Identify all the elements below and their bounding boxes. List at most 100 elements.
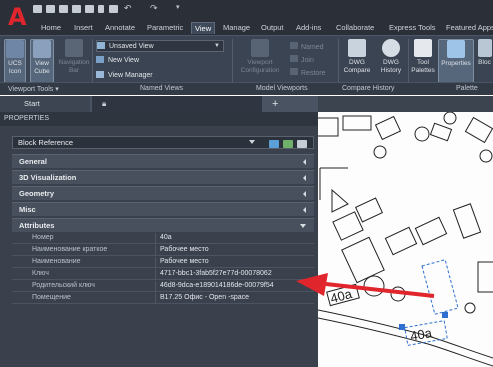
new-tab-button[interactable]: + — [272, 97, 278, 111]
new-view-button[interactable]: New View — [96, 55, 226, 66]
axis-marker — [331, 188, 349, 213]
wall-curve — [318, 309, 493, 359]
undo-icon[interactable]: ↶ — [124, 3, 132, 14]
tab-featured-apps[interactable]: Featured Apps — [443, 22, 493, 34]
ucs-icon-button[interactable]: UCS Icon — [4, 39, 26, 83]
attribute-key: Ключ — [32, 270, 49, 277]
viewport-configuration-button[interactable]: Viewport Configuration — [236, 39, 284, 83]
group-label-compare-history: Compare History — [342, 85, 395, 92]
attribute-row[interactable]: Родительский ключ 46d8-9dca-e189014186de… — [12, 281, 314, 292]
chair-icon — [414, 126, 430, 142]
view-manager-button[interactable]: View Manager — [96, 70, 226, 81]
desk-block — [341, 236, 385, 284]
restore-viewports-button[interactable]: Restore — [290, 68, 326, 77]
open-icon[interactable] — [46, 5, 55, 13]
named-view-dropdown[interactable]: Unsaved View ▼ — [96, 40, 224, 52]
attribute-row[interactable]: Наименование краткое Рабочее место — [12, 245, 314, 256]
print-icon[interactable] — [109, 5, 118, 13]
save-icon[interactable] — [59, 5, 68, 13]
grip-handle[interactable] — [442, 312, 448, 318]
blocks-button[interactable]: Bloc — [476, 39, 493, 83]
category-misc[interactable]: Misc — [12, 202, 314, 216]
tool-palettes-button[interactable]: Tool Palettes — [410, 39, 436, 83]
customize-dropdown-icon[interactable]: ▾ — [176, 3, 180, 11]
view-cube-button[interactable]: View Cube — [30, 39, 54, 83]
attribute-value: 46d8-9dca-e189014186de-00079f54 — [160, 282, 274, 289]
room-label-selected[interactable]: 40a — [409, 325, 434, 344]
join-viewports-button[interactable]: Join — [290, 55, 314, 64]
selected-workstation[interactable] — [421, 259, 459, 315]
chair-icon — [363, 275, 385, 297]
tool-palettes-icon — [414, 39, 432, 57]
furniture-block — [318, 117, 339, 137]
category-general[interactable]: General — [12, 154, 314, 168]
autocad-logo-icon[interactable]: A — [8, 5, 28, 29]
attribute-key: Родительский ключ — [32, 282, 95, 289]
furniture-block — [374, 115, 402, 141]
group-label-palettes: Palette — [456, 85, 478, 92]
chevron-left-icon — [303, 175, 306, 181]
lock-icon: 🔒︎ — [102, 99, 107, 108]
group-label-model-viewports: Model Viewports — [256, 85, 308, 92]
redo-icon[interactable]: ↷ — [150, 3, 158, 14]
attribute-row[interactable]: Наименование Рабочее место — [12, 257, 314, 268]
wall-curve — [318, 317, 493, 367]
category-geometry[interactable]: Geometry — [12, 186, 314, 200]
tab-collaborate[interactable]: Collaborate — [333, 22, 377, 34]
save-as-icon[interactable] — [72, 5, 81, 13]
chair-icon — [443, 112, 457, 125]
dwg-compare-icon — [348, 39, 366, 57]
dwg-history-button[interactable]: DWG History — [376, 39, 406, 83]
properties-button[interactable]: Properties — [438, 39, 474, 83]
group-label-viewport-tools[interactable]: Viewport Tools ▾ — [8, 85, 59, 93]
object-type-dropdown[interactable]: Block Reference — [12, 136, 314, 149]
tab-manage[interactable]: Manage — [220, 22, 253, 34]
attribute-value: B17.25 Офис - Open -space — [160, 294, 250, 301]
attribute-row[interactable]: Номер 40a — [12, 233, 314, 244]
restore-icon — [290, 68, 298, 75]
furniture-block — [332, 211, 364, 241]
named-viewports-button[interactable]: Named — [290, 42, 324, 51]
attribute-key: Наименование — [32, 258, 81, 265]
attribute-key: Наименование краткое — [32, 246, 108, 253]
tab-parametric[interactable]: Parametric — [144, 22, 186, 34]
navigation-bar-button[interactable]: Navigation Bar — [58, 39, 90, 83]
named-viewports-icon — [290, 42, 298, 49]
tab-add-ins[interactable]: Add-ins — [293, 22, 324, 34]
properties-title[interactable]: PROPERTIES — [0, 112, 318, 126]
new-view-icon — [96, 56, 104, 63]
select-objects-icon[interactable] — [283, 140, 293, 148]
furniture-block — [464, 116, 493, 144]
new-icon[interactable] — [33, 5, 42, 13]
tab-annotate[interactable]: Annotate — [102, 22, 138, 34]
toggle-pickadd-icon[interactable] — [269, 140, 279, 148]
quick-select-icon[interactable] — [297, 140, 307, 148]
attribute-row[interactable]: Ключ 4717-bbc1-3fab5f27e77d-00078062 — [12, 269, 314, 280]
attribute-row[interactable]: Помещение B17.25 Офис - Open -space — [12, 293, 314, 304]
chevron-down-icon — [300, 224, 306, 228]
tab-home[interactable]: Home — [38, 22, 64, 34]
grip-handle[interactable] — [399, 324, 405, 330]
properties-palette: PROPERTIES Block Reference General 3D Vi… — [0, 112, 318, 367]
tab-start[interactable]: Start — [0, 96, 90, 112]
tab-insert[interactable]: Insert — [71, 22, 96, 34]
tab-output[interactable]: Output — [258, 22, 287, 34]
category-attributes[interactable]: Attributes — [12, 218, 314, 232]
tab-view[interactable]: View — [191, 22, 216, 34]
tab-drawing[interactable]: 🔒︎ — [92, 96, 262, 112]
furniture-block — [354, 197, 384, 223]
furniture-block — [414, 216, 448, 246]
tab-express-tools[interactable]: Express Tools — [386, 22, 439, 34]
drawing-canvas[interactable]: 40a 40a — [318, 112, 493, 367]
plot-icon[interactable] — [98, 5, 104, 13]
dwg-compare-button[interactable]: DWG Compare — [340, 39, 374, 83]
furniture-block — [452, 203, 482, 239]
web-mobile-icon[interactable] — [85, 5, 94, 13]
floor-plan-drawing: 40a 40a — [318, 112, 493, 367]
attribute-value: Рабочее место — [160, 246, 209, 253]
title-bar: A ↶ ↷ ▾ Home Insert Annotate Parametric … — [0, 0, 493, 36]
furniture-block — [342, 115, 372, 131]
furniture-block — [429, 122, 453, 142]
attribute-key: Номер — [32, 234, 54, 241]
category-3d-visualization[interactable]: 3D Visualization — [12, 170, 314, 184]
